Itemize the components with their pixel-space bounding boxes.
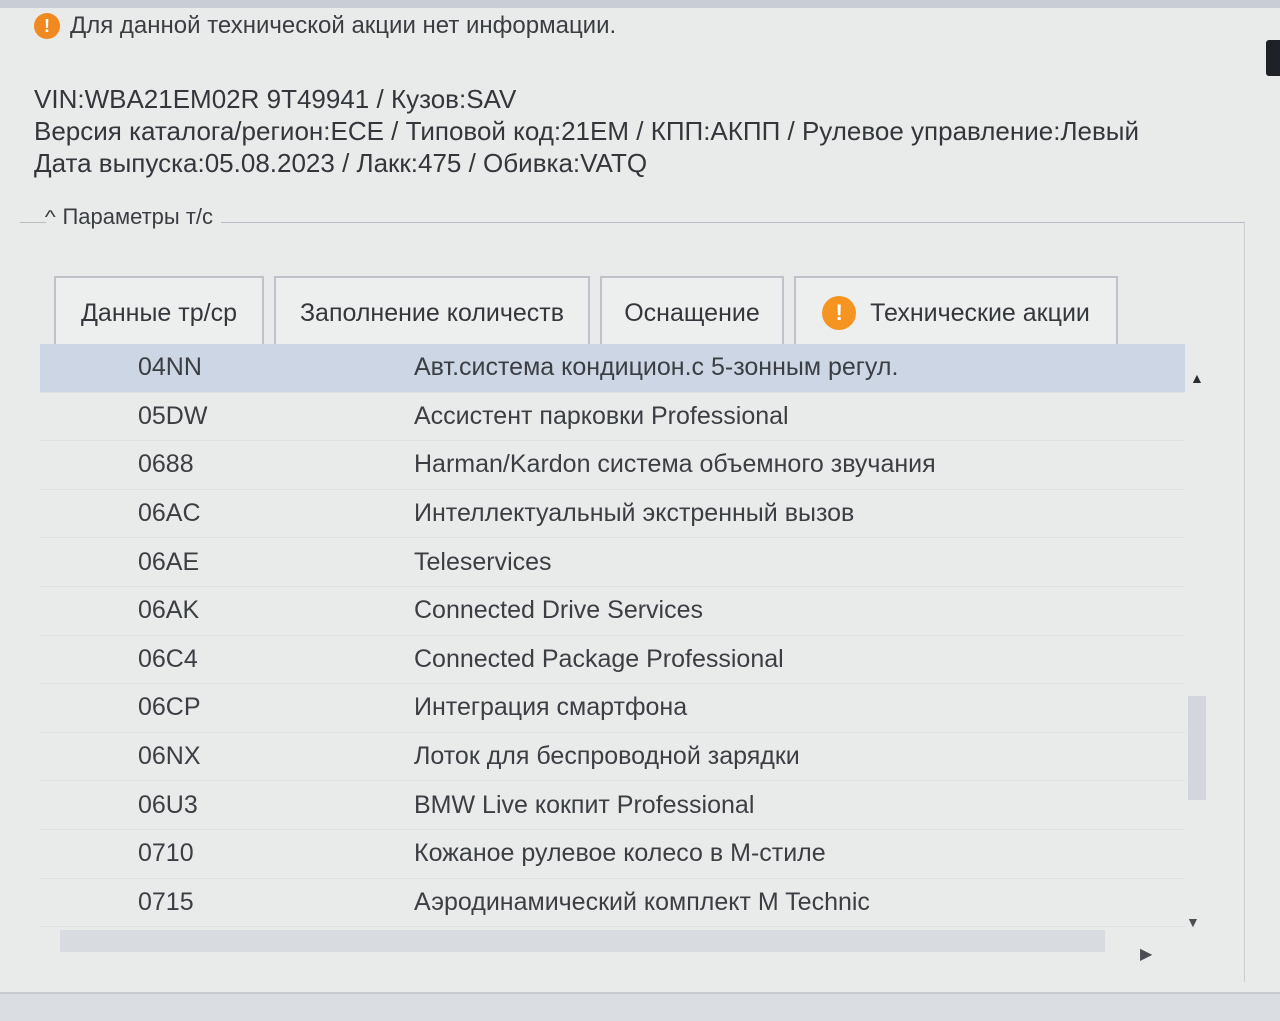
option-code: 0710 [138, 839, 194, 868]
vehicle-info-line-2: Версия каталога/регион:ECE / Типовой код… [34, 116, 1139, 146]
option-description: BMW Live кокпит Professional [414, 790, 755, 819]
option-code: 04NN [138, 353, 202, 382]
tab-label: Данные тр/ср [81, 298, 237, 327]
option-code: 06AK [138, 596, 200, 625]
window-top-bar [0, 0, 1280, 8]
warning-icon: ! [34, 13, 60, 39]
option-description: Connected Drive Services [414, 596, 704, 625]
option-code: 06C4 [138, 644, 198, 673]
option-description: Авт.система кондицион.с 5-зонным регул. [414, 353, 899, 382]
section-toggle[interactable]: ^ Параметры т/с [44, 204, 222, 230]
option-description: Teleservices [414, 547, 552, 576]
table-row[interactable]: 05DW Ассистент парковки Professional [40, 393, 1185, 442]
chevron-up-icon: ^ [44, 206, 56, 227]
option-description: Лоток для беспроводной зарядки [414, 742, 800, 771]
vehicle-info-line-3: Дата выпуска:05.08.2023 / Лакк:475 / Оби… [34, 148, 648, 178]
option-description: Ассистент парковки Professional [414, 401, 789, 430]
horizontal-scrollbar[interactable] [60, 930, 1105, 952]
scroll-right-icon[interactable]: ▶ [1140, 944, 1152, 964]
section-label: Параметры т/с [62, 204, 214, 229]
tab-label: Заполнение количеств [299, 298, 565, 327]
table-row[interactable]: 06AK Connected Drive Services [40, 587, 1185, 636]
side-handle[interactable] [1266, 40, 1280, 76]
scroll-thumb[interactable] [1188, 696, 1206, 800]
table-row[interactable]: 0715 Аэродинамический комплект M Technic [40, 879, 1185, 928]
option-description: Интеграция смартфона [414, 693, 688, 722]
vertical-scrollbar[interactable]: ▲ ▼ [1186, 366, 1210, 936]
bottom-bar [0, 992, 1280, 1021]
option-code: 06CP [138, 693, 201, 722]
table-row[interactable]: 0710 Кожаное рулевое колесо в M-стиле [40, 830, 1185, 879]
table-row[interactable]: 06U3 BMW Live кокпит Professional [40, 781, 1185, 830]
scroll-down-icon[interactable]: ▼ [1186, 914, 1200, 930]
scroll-up-icon[interactable]: ▲ [1190, 370, 1204, 386]
option-code: 06U3 [138, 790, 198, 819]
option-description: Harman/Kardon система объемного звучания [414, 450, 936, 479]
table-row[interactable]: 04NN Авт.система кондицион.с 5-зонным рег… [40, 344, 1185, 393]
option-code: 05DW [138, 401, 208, 430]
tab-vehicle-data[interactable]: Данные тр/ср [54, 276, 264, 348]
tab-technical-actions[interactable]: ! Технические акции [794, 276, 1118, 348]
option-code: 0715 [138, 887, 194, 916]
info-message: ! Для данной технической акции нет инфор… [34, 12, 616, 40]
option-description: Аэродинамический комплект M Technic [414, 887, 870, 916]
tab-label: Оснащение [624, 298, 760, 327]
table-row[interactable]: 06C4 Connected Package Professional [40, 636, 1185, 685]
option-description: Интеллектуальный экстренный вызов [414, 499, 855, 528]
tab-equipment[interactable]: Оснащение [600, 276, 784, 352]
tab-label: Технические акции [870, 298, 1090, 327]
option-code: 06AC [138, 499, 201, 528]
tab-fill-quantities[interactable]: Заполнение количеств [274, 276, 590, 348]
option-description: Кожаное рулевое колесо в M-стиле [414, 839, 826, 868]
table-row[interactable]: 06NX Лоток для беспроводной зарядки [40, 733, 1185, 782]
option-code: 0688 [138, 450, 194, 479]
vehicle-info-line-1: VIN:WBA21EM02R 9T49941 / Кузов:SAV [34, 84, 517, 114]
option-code: 06AE [138, 547, 200, 576]
equipment-table: 04NN Авт.система кондицион.с 5-зонным рег… [40, 344, 1185, 928]
table-row[interactable]: 06CP Интеграция смартфона [40, 684, 1185, 733]
warning-icon: ! [822, 296, 857, 330]
table-row[interactable]: 06AE Teleservices [40, 538, 1185, 587]
info-message-text: Для данной технической акции нет информа… [70, 12, 617, 39]
table-row[interactable]: 06AC Интеллектуальный экстренный вызов [40, 490, 1185, 539]
option-description: Connected Package Professional [414, 644, 784, 673]
option-code: 06NX [138, 742, 201, 771]
table-row[interactable]: 0688 Harman/Kardon система объемного звуч… [40, 441, 1185, 490]
